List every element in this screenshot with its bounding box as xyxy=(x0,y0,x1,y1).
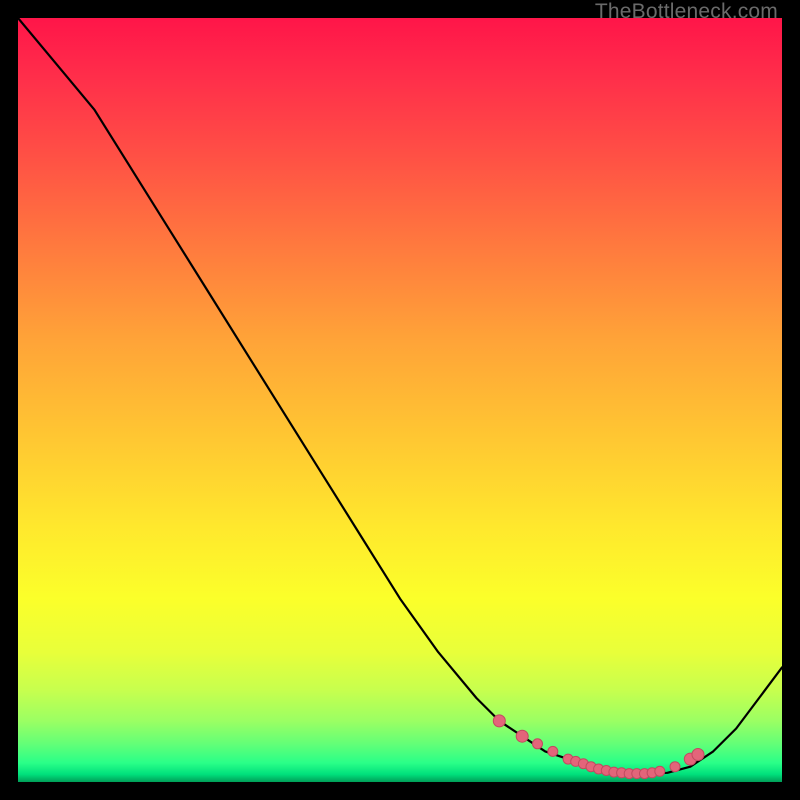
highlight-dot xyxy=(692,749,704,761)
plot-area xyxy=(18,18,782,782)
highlight-dot xyxy=(533,739,543,749)
highlight-dot xyxy=(516,730,528,742)
highlight-dot xyxy=(670,762,680,772)
highlight-dot xyxy=(655,766,665,776)
highlight-dot xyxy=(548,746,558,756)
highlight-dot xyxy=(493,715,505,727)
bottleneck-curve xyxy=(18,18,782,782)
chart-frame: TheBottleneck.com xyxy=(0,0,800,800)
